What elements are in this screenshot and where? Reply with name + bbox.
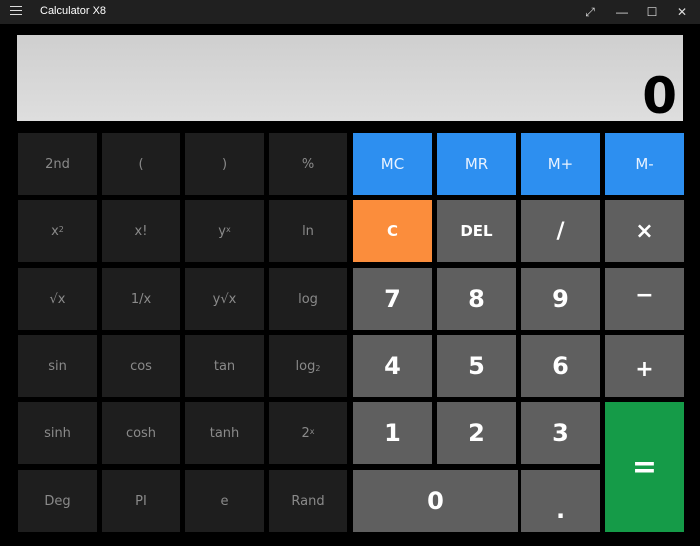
memory-add-button[interactable]: M+ bbox=[521, 133, 600, 195]
sin-button[interactable]: sin bbox=[18, 335, 97, 397]
memory-recall-button[interactable]: MR bbox=[437, 133, 516, 195]
power-button[interactable]: yx bbox=[185, 200, 264, 262]
open-paren-button[interactable]: ( bbox=[102, 133, 180, 195]
log2-label: log bbox=[295, 358, 316, 374]
close-button[interactable]: ✕ bbox=[667, 0, 697, 24]
result-display: 0 bbox=[17, 35, 683, 125]
log2-base: 2 bbox=[315, 363, 321, 373]
square-button[interactable]: x2 bbox=[18, 200, 97, 262]
memory-subtract-button[interactable]: M- bbox=[605, 133, 684, 195]
delete-button[interactable]: DEL bbox=[437, 200, 516, 262]
power-of-two-button[interactable]: 2x bbox=[269, 402, 347, 464]
pi-button[interactable]: PI bbox=[102, 470, 180, 532]
euler-button[interactable]: e bbox=[185, 470, 264, 532]
add-button[interactable]: + bbox=[605, 335, 684, 397]
degree-mode-button[interactable]: Deg bbox=[18, 470, 97, 532]
divide-button[interactable]: / bbox=[521, 200, 600, 262]
log-button[interactable]: log bbox=[269, 268, 347, 330]
decimal-button[interactable]: . bbox=[521, 470, 600, 532]
percent-button[interactable]: % bbox=[269, 133, 347, 195]
factorial-button[interactable]: x! bbox=[102, 200, 180, 262]
log2-button[interactable]: log 2 bbox=[269, 335, 347, 397]
close-paren-button[interactable]: ) bbox=[185, 133, 264, 195]
cos-button[interactable]: cos bbox=[102, 335, 180, 397]
nth-root-button[interactable]: y√x bbox=[185, 268, 264, 330]
digit-4-button[interactable]: 4 bbox=[353, 335, 432, 397]
digit-2-button[interactable]: 2 bbox=[437, 402, 516, 464]
tanh-button[interactable]: tanh bbox=[185, 402, 264, 464]
title-bar: Calculator X8 ⤢ — ☐ ✕ bbox=[0, 0, 700, 24]
minimize-button[interactable]: — bbox=[607, 0, 637, 24]
digit-9-button[interactable]: 9 bbox=[521, 268, 600, 330]
digit-0-button[interactable]: 0 bbox=[353, 470, 518, 532]
maximize-button[interactable]: ☐ bbox=[637, 0, 667, 24]
digit-1-button[interactable]: 1 bbox=[353, 402, 432, 464]
multiply-button[interactable]: × bbox=[605, 200, 684, 262]
app-title: Calculator X8 bbox=[40, 5, 107, 17]
clear-button[interactable]: C bbox=[353, 200, 432, 262]
ln-button[interactable]: ln bbox=[269, 200, 347, 262]
fullscreen-button[interactable]: ⤢ bbox=[575, 0, 605, 24]
power-exponent: x bbox=[225, 224, 231, 234]
digit-8-button[interactable]: 8 bbox=[437, 268, 516, 330]
hamburger-menu-icon[interactable] bbox=[10, 6, 22, 18]
power-of-two-label: 2 bbox=[301, 425, 310, 441]
tan-button[interactable]: tan bbox=[185, 335, 264, 397]
power-of-two-exponent: x bbox=[309, 426, 315, 436]
digit-5-button[interactable]: 5 bbox=[437, 335, 516, 397]
subtract-button[interactable]: − bbox=[605, 268, 684, 330]
sinh-button[interactable]: sinh bbox=[18, 402, 97, 464]
display-value: 0 bbox=[642, 67, 677, 125]
cosh-button[interactable]: cosh bbox=[102, 402, 180, 464]
square-exponent: 2 bbox=[58, 224, 64, 234]
power-label: y bbox=[218, 223, 226, 239]
random-button[interactable]: Rand bbox=[269, 470, 347, 532]
equals-button[interactable]: = bbox=[605, 402, 684, 532]
reciprocal-button[interactable]: 1/x bbox=[102, 268, 180, 330]
second-function-button[interactable]: 2nd bbox=[18, 133, 97, 195]
digit-6-button[interactable]: 6 bbox=[521, 335, 600, 397]
square-label: x bbox=[51, 223, 59, 239]
digit-3-button[interactable]: 3 bbox=[521, 402, 600, 464]
memory-clear-button[interactable]: MC bbox=[353, 133, 432, 195]
digit-7-button[interactable]: 7 bbox=[353, 268, 432, 330]
sqrt-button[interactable]: √x bbox=[18, 268, 97, 330]
